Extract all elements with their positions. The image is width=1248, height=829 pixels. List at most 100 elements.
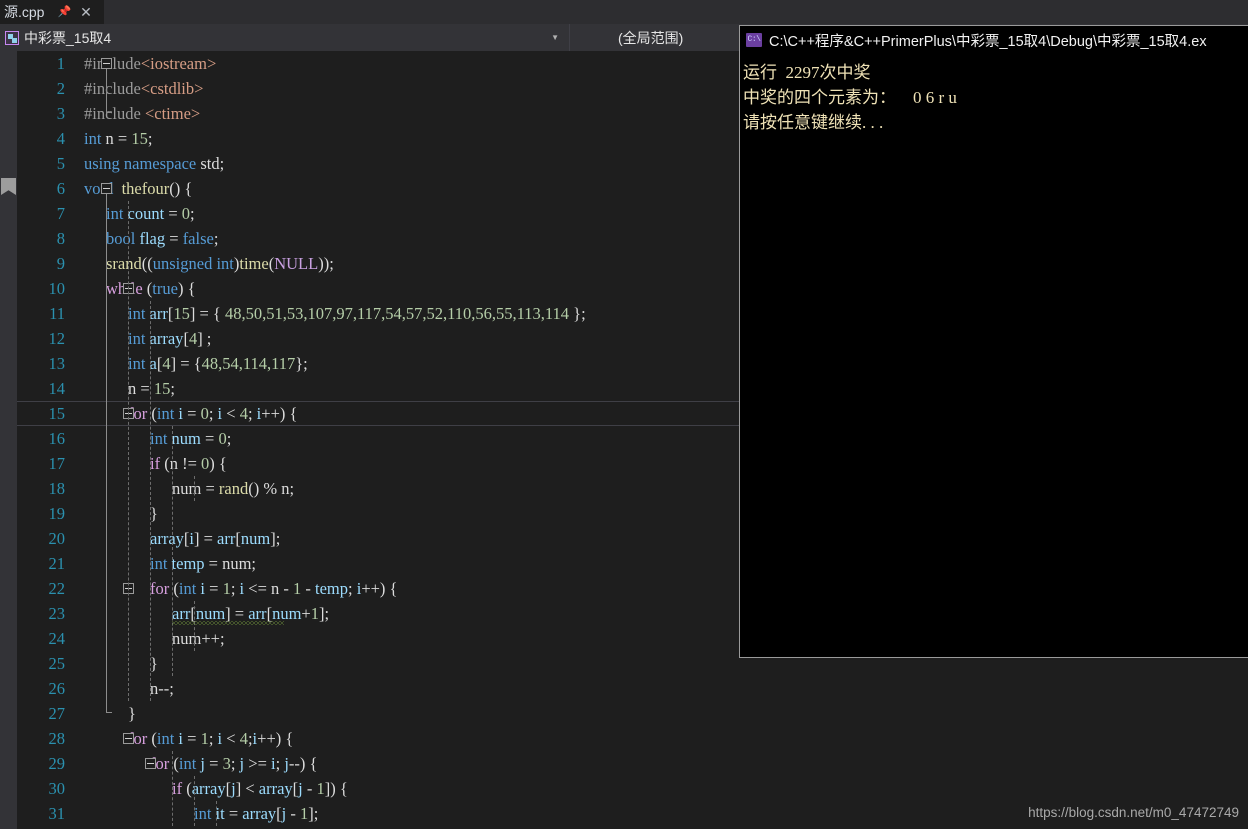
code-token: flag	[139, 229, 166, 248]
code-line[interactable]: 25}	[17, 651, 739, 676]
code-token: ];	[308, 804, 319, 823]
line-number: 15	[48, 404, 66, 423]
code-token: temp	[315, 579, 348, 598]
code-line[interactable]: 9 srand((unsigned int)time(NULL));	[17, 251, 739, 276]
line-content: for (int i = 0; i < 4; i++) {	[128, 401, 297, 426]
code-token: ;	[226, 429, 232, 448]
code-line[interactable]: 23 arr[num] = arr[num+1];	[17, 601, 739, 626]
code-token: <	[222, 404, 240, 423]
line-content: }	[128, 701, 136, 726]
line-number: 7	[56, 204, 65, 223]
line-content: srand((unsigned int)time(NULL));	[106, 251, 334, 276]
code-token: ] <	[235, 779, 259, 798]
code-token: int	[194, 804, 212, 823]
code-line[interactable]: 29 for (int j = 3; j >= i; j--) {	[17, 751, 739, 776]
line-number: 21	[48, 554, 66, 573]
line-content: int temp = num;	[150, 551, 256, 576]
code-line[interactable]: 5 using namespace std;	[17, 151, 739, 176]
line-number: 16	[48, 429, 66, 448]
fold-toggle-icon[interactable]	[101, 183, 112, 194]
code-token: (	[169, 754, 179, 773]
project-combobox[interactable]: 中彩票_15取4 ▼	[0, 24, 570, 51]
line-number: 2	[56, 79, 65, 98]
code-token: <= n -	[244, 579, 293, 598]
code-line[interactable]: 13 int a[4] = {48,54,114,117};	[17, 351, 739, 376]
code-token: NULL	[274, 254, 319, 273]
error-squiggle	[172, 621, 284, 625]
code-token: #include	[84, 79, 141, 98]
code-line[interactable]: 6 void thefour() {	[17, 176, 739, 201]
code-token: arr	[149, 304, 168, 323]
line-content: num++;	[172, 626, 225, 651]
code-token: 1	[200, 729, 209, 748]
code-line[interactable]: 8 bool flag = false;	[17, 226, 739, 251]
code-token: int	[178, 579, 197, 598]
console-title-bar[interactable]: C:\ C:\C++程序&C++PrimerPlus\中彩票_15取4\Debu…	[740, 26, 1248, 54]
line-content: }	[150, 501, 158, 526]
code-token: 3	[222, 754, 231, 773]
code-line[interactable]: 16 int num = 0;	[17, 426, 739, 451]
chevron-down-icon[interactable]: ▼	[551, 33, 559, 42]
code-token: ));	[318, 254, 334, 273]
line-number: 3	[56, 104, 65, 123]
code-line[interactable]: 19}	[17, 501, 739, 526]
editor-tab-源-cpp[interactable]: 源.cpp 📌 ✕	[0, 0, 104, 24]
indent-guide	[216, 801, 217, 826]
code-editor[interactable]: 1 #include<iostream> 2 #include<cstdlib> 3 #i…	[0, 51, 739, 829]
console-window[interactable]: C:\ C:\C++程序&C++PrimerPlus\中彩票_15取4\Debu…	[739, 25, 1248, 658]
line-content: using namespace std;	[84, 151, 224, 176]
code-token: =	[165, 229, 183, 248]
code-line[interactable]: 21 int temp = num;	[17, 551, 739, 576]
class-member-icon	[5, 30, 19, 45]
code-token: 15	[173, 304, 190, 323]
fold-toggle-icon[interactable]	[101, 58, 112, 69]
code-token: int	[150, 429, 168, 448]
code-token: thefour	[121, 179, 170, 198]
code-line[interactable]: 4 int n = 15;	[17, 126, 739, 151]
line-number: 28	[48, 729, 66, 748]
code-token: =	[183, 729, 201, 748]
code-token: arr	[217, 529, 236, 548]
line-number: 27	[48, 704, 66, 723]
code-line[interactable]: 3 #include <ctime>	[17, 101, 739, 126]
code-text-area[interactable]: 1 #include<iostream> 2 #include<cstdlib> 3 #i…	[17, 51, 739, 829]
code-line[interactable]: 17 if (n != 0) {	[17, 451, 739, 476]
console-line: 请按任意键继续. . .	[743, 113, 884, 132]
code-line[interactable]: 26 n--;	[17, 676, 739, 701]
line-number: 6	[56, 179, 65, 198]
bookmark-icon[interactable]	[1, 178, 16, 195]
code-line[interactable]: 14 n = 15;	[17, 376, 739, 401]
indent-guide	[172, 426, 173, 676]
pin-icon[interactable]: 📌	[57, 0, 71, 24]
code-line[interactable]: 24 num++;	[17, 626, 739, 651]
console-output: 运行 2297次中奖 中奖的四个元素为： 0 6 r u 请按任意键继续. . .	[740, 54, 1248, 135]
code-line[interactable]: 20 array[i] = arr[num];	[17, 526, 739, 551]
fold-toggle-icon[interactable]	[145, 758, 156, 769]
indent-guide	[194, 476, 195, 501]
code-token: rand	[218, 479, 249, 498]
code-line[interactable]: 11 int arr[15] = { 48,50,51,53,107,97,117…	[17, 301, 739, 326]
code-line[interactable]: 30 if (array[j] < array[j - 1]) {	[17, 776, 739, 801]
code-token: ;	[170, 379, 175, 398]
code-line[interactable]: 18 num = rand() % n;	[17, 476, 739, 501]
code-line[interactable]: 12 int array[4] ;	[17, 326, 739, 351]
code-line[interactable]: 7 int count = 0;	[17, 201, 739, 226]
code-line[interactable]: 1 #include<iostream>	[17, 51, 739, 76]
line-content: int n = 15;	[84, 126, 152, 151]
line-content: int num = 0;	[150, 426, 231, 451]
line-number: 11	[49, 304, 65, 323]
fold-toggle-icon[interactable]	[123, 733, 134, 744]
line-content: if (n != 0) {	[150, 451, 227, 476]
code-line[interactable]: 31 int it = array[j - 1];	[17, 801, 739, 826]
indicator-margin[interactable]	[0, 51, 17, 829]
line-content: for (int i = 1; i <= n - 1 - temp; i++) …	[150, 576, 397, 601]
line-content: #include <ctime>	[84, 101, 200, 126]
line-number: 30	[48, 779, 66, 798]
code-token: (	[182, 779, 192, 798]
close-icon[interactable]: ✕	[80, 0, 92, 24]
code-line[interactable]: 27}	[17, 701, 739, 726]
code-token: num	[171, 429, 201, 448]
code-line[interactable]: 2 #include<cstdlib>	[17, 76, 739, 101]
code-token: = num;	[204, 554, 257, 573]
code-token: 15	[153, 379, 171, 398]
